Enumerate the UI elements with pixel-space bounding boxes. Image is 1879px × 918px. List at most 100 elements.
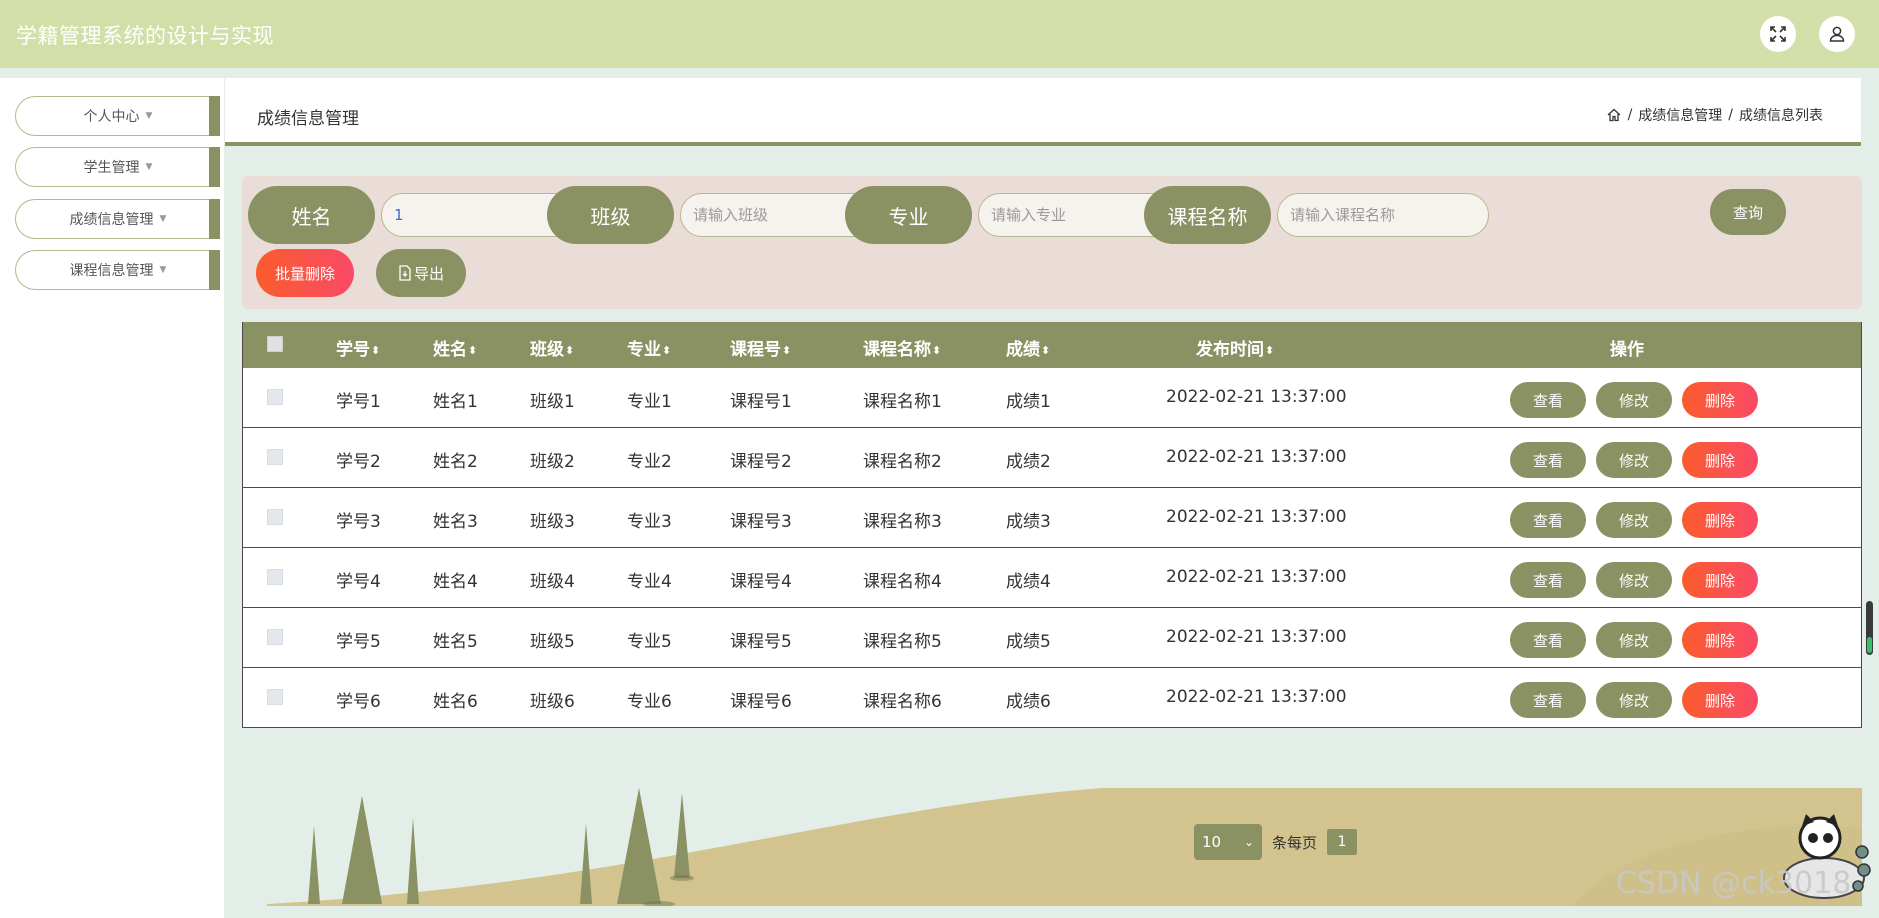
cell-score: 成绩5 — [1006, 632, 1051, 652]
table-row: 学号5 姓名5 班级5 专业5 课程号5 课程名称5 成绩5 2022-02-21 13:37… — [243, 607, 1861, 667]
cell-major: 专业5 — [627, 632, 672, 652]
table-header: 学号⬍ 姓名⬍ 班级⬍ 专业⬍ 课程号⬍ 课程名称⬍ 成绩⬍ 发布时间⬍ 操作 — [243, 322, 1861, 368]
cell-score: 成绩2 — [1006, 452, 1051, 472]
user-button[interactable] — [1819, 16, 1855, 52]
cell-student-id: 学号4 — [336, 572, 381, 592]
edit-button[interactable]: 修改 — [1596, 382, 1672, 418]
cell-major: 专业3 — [627, 512, 672, 532]
course-name-input[interactable] — [1277, 193, 1489, 237]
caret-down-icon: ▼ — [145, 162, 153, 172]
column-header-publish-time[interactable]: 发布时间⬍ — [1196, 335, 1274, 360]
breadcrumb-item-grade-management[interactable]: 成绩信息管理 — [1638, 105, 1722, 125]
sidebar-item-label: 课程信息管理 — [69, 263, 154, 279]
cell-name: 姓名6 — [433, 692, 478, 712]
batch-delete-button[interactable]: 批量删除 — [256, 249, 354, 297]
page-header: 成绩信息管理 / 成绩信息管理 / 成绩信息列表 — [225, 78, 1861, 146]
view-button[interactable]: 查看 — [1510, 502, 1586, 538]
sort-icon: ⬍ — [662, 344, 672, 357]
sidebar-item-student-management[interactable]: 学生管理 ▼ — [15, 147, 220, 187]
select-all-checkbox[interactable] — [267, 336, 283, 352]
row-checkbox[interactable] — [267, 389, 283, 405]
row-checkbox[interactable] — [267, 629, 283, 645]
edit-button[interactable]: 修改 — [1596, 442, 1672, 478]
delete-button[interactable]: 删除 — [1682, 382, 1758, 418]
column-header-course-name[interactable]: 课程名称⬍ — [863, 335, 941, 360]
row-checkbox[interactable] — [267, 449, 283, 465]
cell-name: 姓名5 — [433, 632, 478, 652]
sidebar-item-label: 个人中心 — [83, 109, 140, 125]
home-icon[interactable] — [1606, 107, 1622, 123]
export-button[interactable]: 导出 — [376, 249, 466, 297]
column-header-name[interactable]: 姓名⬍ — [433, 335, 477, 360]
cell-class: 班级1 — [530, 392, 575, 412]
caret-down-icon: ▼ — [159, 265, 167, 275]
sidebar-item-grade-management[interactable]: 成绩信息管理 ▼ — [15, 199, 220, 239]
cell-course-name: 课程名称6 — [863, 692, 942, 712]
table-row: 学号6 姓名6 班级6 专业6 课程号6 课程名称6 成绩6 2022-02-21 13:37… — [243, 667, 1861, 727]
cell-name: 姓名3 — [433, 512, 478, 532]
delete-button[interactable]: 删除 — [1682, 682, 1758, 718]
cell-major: 专业4 — [627, 572, 672, 592]
row-checkbox[interactable] — [267, 509, 283, 525]
column-header-score[interactable]: 成绩⬍ — [1006, 335, 1050, 360]
caret-down-icon: ▼ — [145, 111, 153, 121]
cell-publish-time: 2022-02-21 13:37:00 — [1166, 567, 1347, 587]
breadcrumb: / 成绩信息管理 / 成绩信息列表 — [1606, 105, 1823, 125]
grades-table: 学号⬍ 姓名⬍ 班级⬍ 专业⬍ 课程号⬍ 课程名称⬍ 成绩⬍ 发布时间⬍ 操作 … — [242, 322, 1862, 728]
cell-course-id: 课程号1 — [730, 392, 792, 412]
sort-icon: ⬍ — [371, 344, 381, 357]
view-button[interactable]: 查看 — [1510, 442, 1586, 478]
breadcrumb-separator: / — [1728, 107, 1733, 123]
cell-name: 姓名1 — [433, 392, 478, 412]
column-header-major[interactable]: 专业⬍ — [627, 335, 671, 360]
edit-button[interactable]: 修改 — [1596, 502, 1672, 538]
sidebar-item-personal-center[interactable]: 个人中心 ▼ — [15, 96, 220, 136]
cell-student-id: 学号3 — [336, 512, 381, 532]
cell-publish-time: 2022-02-21 13:37:00 — [1166, 387, 1347, 407]
page-size-select[interactable]: 10 ⌄ — [1194, 824, 1262, 860]
delete-button[interactable]: 删除 — [1682, 502, 1758, 538]
page-number-button[interactable]: 1 — [1327, 829, 1358, 855]
table-body: 学号1 姓名1 班级1 专业1 课程号1 课程名称1 成绩1 2022-02-21 13:37… — [243, 368, 1861, 727]
view-button[interactable]: 查看 — [1510, 622, 1586, 658]
row-checkbox[interactable] — [267, 569, 283, 585]
query-button[interactable]: 查询 — [1710, 189, 1786, 235]
column-header-course-id[interactable]: 课程号⬍ — [730, 335, 791, 360]
cell-course-id: 课程号4 — [730, 572, 792, 592]
user-icon — [1829, 26, 1845, 42]
edit-button[interactable]: 修改 — [1596, 562, 1672, 598]
delete-button[interactable]: 删除 — [1682, 442, 1758, 478]
view-button[interactable]: 查看 — [1510, 682, 1586, 718]
scrollbar-thumb[interactable] — [1866, 601, 1873, 655]
table-row: 学号1 姓名1 班级1 专业1 课程号1 课程名称1 成绩1 2022-02-21 13:37… — [243, 368, 1861, 427]
cell-publish-time: 2022-02-21 13:37:00 — [1166, 447, 1347, 467]
column-header-class[interactable]: 班级⬍ — [530, 335, 574, 360]
breadcrumb-item-grade-list: 成绩信息列表 — [1739, 108, 1823, 124]
sort-icon: ⬍ — [1265, 344, 1275, 357]
column-header-student-id[interactable]: 学号⬍ — [336, 335, 380, 360]
chevron-down-icon: ⌄ — [1243, 835, 1254, 849]
delete-button[interactable]: 删除 — [1682, 622, 1758, 658]
sidebar-item-course-management[interactable]: 课程信息管理 ▼ — [15, 250, 220, 290]
sort-icon: ⬍ — [565, 344, 575, 357]
breadcrumb-separator: / — [1627, 107, 1633, 123]
cell-course-name: 课程名称1 — [863, 392, 942, 412]
sort-icon: ⬍ — [1041, 344, 1051, 357]
view-button[interactable]: 查看 — [1510, 382, 1586, 418]
edit-button[interactable]: 修改 — [1596, 622, 1672, 658]
view-button[interactable]: 查看 — [1510, 562, 1586, 598]
course-name-label: 课程名称 — [1144, 186, 1271, 244]
table-row: 学号4 姓名4 班级4 专业4 课程号4 课程名称4 成绩4 2022-02-21 13:37… — [243, 547, 1861, 607]
cell-student-id: 学号1 — [336, 392, 381, 412]
watermark: CSDN @ck3018 — [1616, 866, 1852, 901]
table-row: 学号3 姓名3 班级3 专业3 课程号3 课程名称3 成绩3 2022-02-21 13:37… — [243, 487, 1861, 547]
edit-button[interactable]: 修改 — [1596, 682, 1672, 718]
export-file-icon — [399, 265, 411, 281]
cell-course-name: 课程名称2 — [863, 452, 942, 472]
cell-course-id: 课程号3 — [730, 512, 792, 532]
cell-course-name: 课程名称5 — [863, 632, 942, 652]
fullscreen-button[interactable] — [1760, 16, 1796, 52]
row-checkbox[interactable] — [267, 689, 283, 705]
export-label: 导出 — [413, 264, 444, 283]
delete-button[interactable]: 删除 — [1682, 562, 1758, 598]
